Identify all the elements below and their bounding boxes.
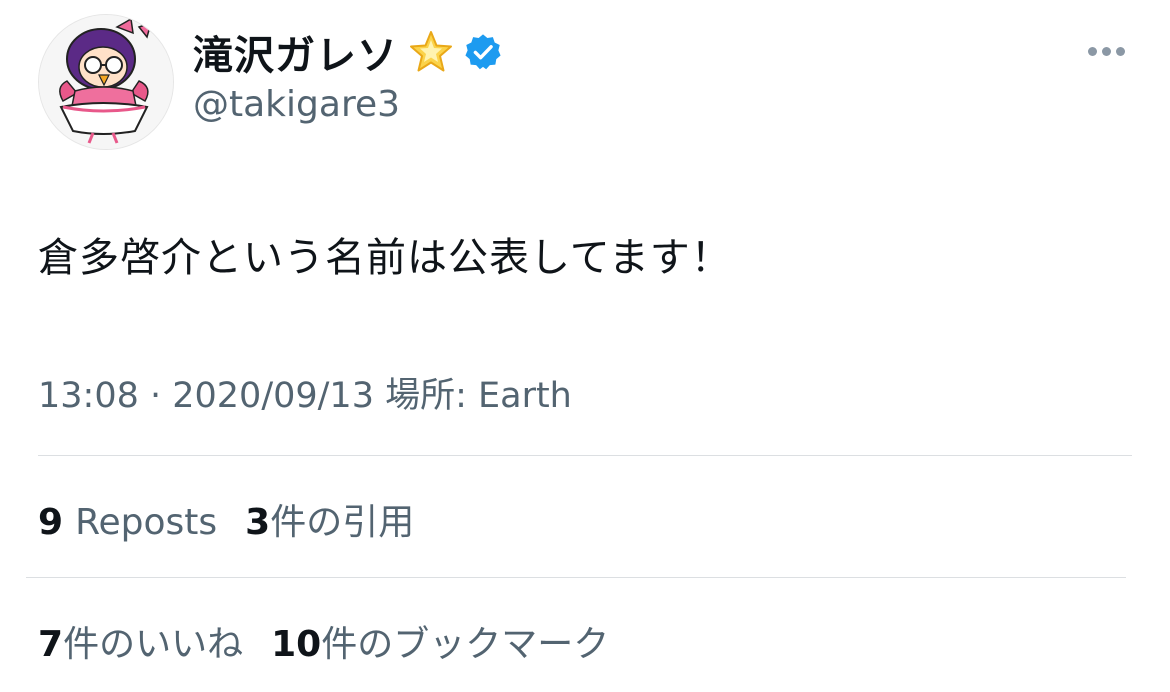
glowing-star-icon bbox=[408, 29, 454, 75]
bookmarks-count: 10 bbox=[271, 624, 322, 665]
likes-count: 7 bbox=[38, 624, 64, 665]
quotes-label: 件の引用 bbox=[270, 502, 415, 543]
quotes-count: 3 bbox=[245, 502, 271, 543]
more-dot bbox=[1115, 46, 1125, 56]
verified-badge-icon bbox=[464, 33, 502, 71]
avatar-illustration bbox=[39, 15, 173, 149]
tweet-timestamp-location[interactable]: 13:08 · 2020/09/13 場所: Earth bbox=[38, 367, 572, 418]
author-name-row: 滝沢ガレソ bbox=[193, 22, 502, 82]
more-options-icon[interactable] bbox=[1082, 36, 1130, 66]
tweet-detail: 滝沢ガレソ @takigare3 倉多啓介という名前は公表してます！ 13:08… bbox=[0, 0, 1170, 692]
author-handle[interactable]: @takigare3 bbox=[193, 84, 400, 125]
more-dot bbox=[1101, 46, 1111, 56]
engagement-row-1: 9 Reposts 3 件の引用 bbox=[38, 493, 414, 545]
tweet-text: 倉多啓介という名前は公表してます！ bbox=[38, 235, 732, 281]
avatar[interactable] bbox=[38, 14, 174, 150]
reposts-label: Reposts bbox=[75, 502, 218, 543]
bookmarks-label: 件のブックマーク bbox=[321, 624, 610, 665]
quotes-stat[interactable]: 3 件の引用 bbox=[245, 493, 414, 545]
likes-label: 件のいいね bbox=[63, 624, 244, 665]
more-dot bbox=[1087, 46, 1097, 56]
reposts-count: 9 bbox=[38, 502, 64, 543]
divider bbox=[38, 455, 1132, 456]
divider bbox=[26, 577, 1126, 578]
bookmarks-stat[interactable]: 10 件のブックマーク bbox=[271, 615, 609, 667]
reposts-stat[interactable]: 9 Reposts bbox=[38, 502, 217, 543]
likes-stat[interactable]: 7 件のいいね bbox=[38, 615, 243, 667]
engagement-row-2: 7 件のいいね 10 件のブックマーク bbox=[38, 615, 609, 667]
author-display-name[interactable]: 滝沢ガレソ bbox=[193, 23, 398, 81]
